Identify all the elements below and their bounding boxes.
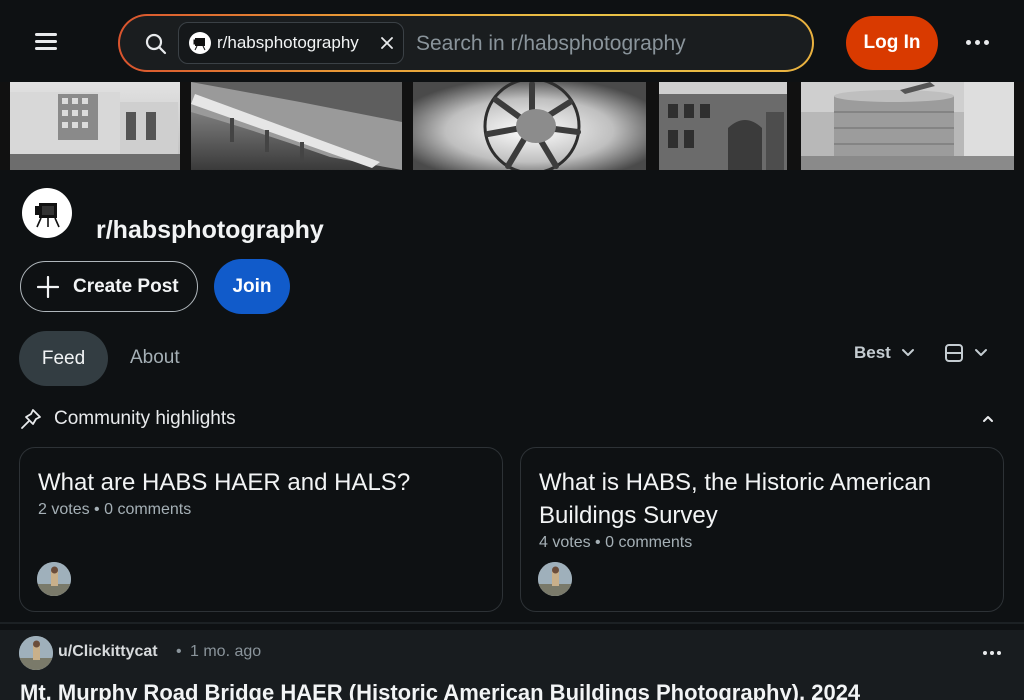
highlight-card-title: What is HABS, the Historic American Buil…: [539, 469, 932, 529]
chevron-down-icon: [901, 349, 914, 356]
community-highlights-label: Community highlights: [54, 408, 236, 429]
pin-icon: [21, 409, 41, 429]
tab-feed[interactable]: Feed: [19, 331, 108, 386]
highlight-card[interactable]: What is HABS, the Historic American Buil…: [520, 447, 1004, 612]
highlight-card[interactable]: What are HABS HAER and HALS? 2 votes • 0…: [19, 447, 503, 612]
create-post-label: Create Post: [73, 275, 179, 297]
plus-icon: [37, 275, 59, 298]
avatar[interactable]: [37, 562, 71, 596]
sort-dropdown[interactable]: Best: [854, 342, 915, 364]
login-button[interactable]: Log In: [846, 16, 938, 70]
post-author[interactable]: u/Clickittycat: [58, 643, 158, 661]
comment-count: 0 comments: [605, 534, 693, 551]
join-button[interactable]: Join: [214, 259, 290, 314]
vote-count: 2 votes: [38, 501, 90, 518]
post-item[interactable]: u/Clickittycat • 1 mo. ago Mt. Murphy Ro…: [0, 630, 1024, 700]
search-bar[interactable]: r/habsphotography: [118, 14, 814, 72]
avatar[interactable]: [19, 636, 53, 670]
meta-separator: •: [176, 643, 182, 660]
community-avatar: [22, 188, 72, 238]
camera-icon: [35, 203, 60, 228]
sort-label: Best: [854, 343, 891, 362]
community-filter-chip[interactable]: r/habsphotography: [178, 22, 404, 64]
chip-label: r/habsphotography: [217, 33, 359, 52]
chevron-up-icon[interactable]: [980, 412, 996, 426]
avatar[interactable]: [538, 562, 572, 596]
meta-separator: •: [94, 501, 100, 518]
vote-count: 4 votes: [539, 534, 591, 551]
view-toggle[interactable]: [944, 342, 988, 364]
community-highlights-header: Community highlights: [20, 406, 236, 432]
highlight-card-title: What are HABS HAER and HALS?: [38, 469, 411, 496]
card-view-icon: [945, 344, 963, 362]
more-icon[interactable]: [980, 644, 1004, 662]
more-icon[interactable]: [962, 32, 992, 52]
menu-icon[interactable]: [28, 27, 64, 59]
search-inner: r/habsphotography: [120, 16, 812, 70]
close-icon[interactable]: [379, 35, 395, 51]
chevron-down-icon: [975, 349, 987, 356]
tab-about[interactable]: About: [130, 347, 180, 369]
top-bar: r/habsphotography Log In: [0, 0, 1024, 82]
highlight-card-meta: 2 votes • 0 comments: [38, 501, 191, 519]
post-timestamp: 1 mo. ago: [190, 643, 262, 660]
community-avatar-icon: [189, 32, 211, 54]
post-title[interactable]: Mt. Murphy Road Bridge HAER (Historic Am…: [20, 680, 860, 700]
community-banner: [0, 82, 1024, 170]
search-icon: [145, 33, 167, 55]
create-post-button[interactable]: Create Post: [20, 261, 198, 312]
search-input[interactable]: [416, 26, 796, 62]
highlight-card-meta: 4 votes • 0 comments: [539, 534, 692, 552]
divider: [0, 622, 1024, 624]
community-name: r/habsphotography: [96, 216, 324, 244]
comment-count: 0 comments: [104, 501, 192, 518]
meta-separator: •: [595, 534, 601, 551]
